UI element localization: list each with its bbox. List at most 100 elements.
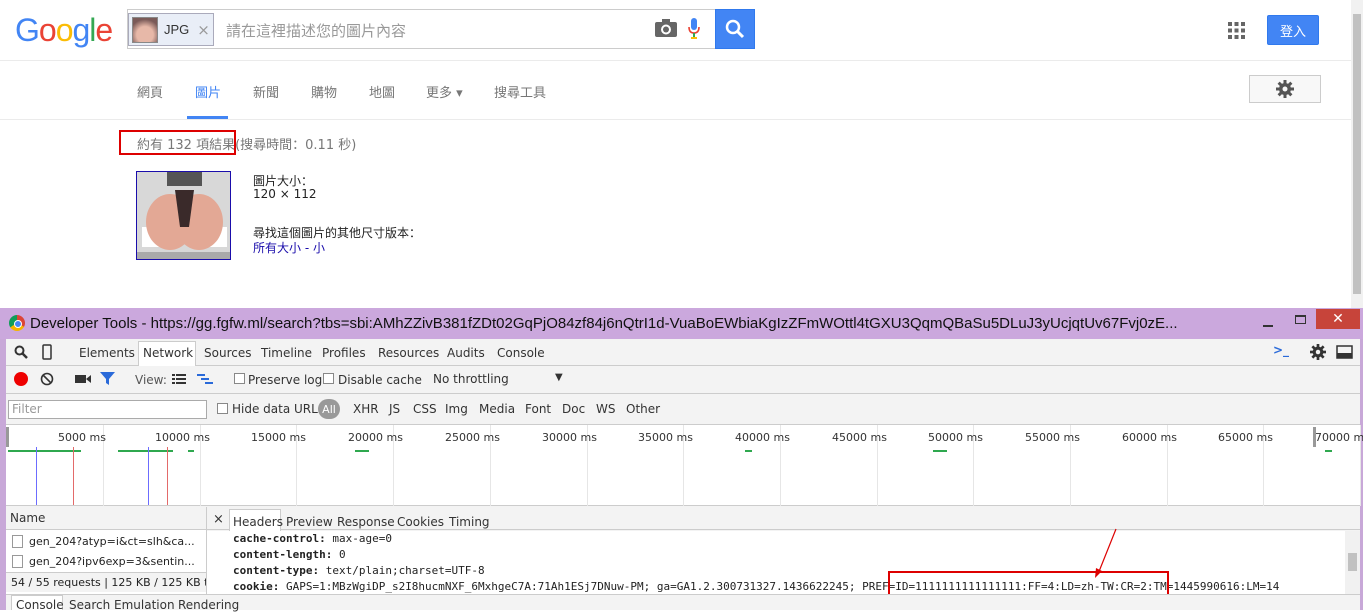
detail-scrollbar[interactable]: [1345, 531, 1360, 594]
hide-data-urls-checkbox[interactable]: [217, 403, 228, 414]
search-button[interactable]: [715, 9, 755, 49]
capture-screenshots-icon[interactable]: [75, 373, 91, 385]
search-input[interactable]: 請在這裡描述您的圖片內容: [226, 20, 406, 41]
results-time: (搜尋時間：0.11 秒): [235, 138, 357, 153]
devtools-title: Developer Tools - https://gg.fgfw.ml/sea…: [30, 315, 1178, 332]
search-box[interactable]: [127, 9, 717, 49]
camera-icon[interactable]: [655, 19, 677, 37]
best-guess-image[interactable]: [136, 171, 231, 260]
request-row[interactable]: gen_204?atyp=i&ct=slh&ca...: [8, 531, 204, 551]
request-name: gen_204?ipv6exp=3&sentin...: [29, 554, 195, 568]
tab-cookies[interactable]: Cookies: [397, 515, 444, 529]
tab-preview[interactable]: Preview: [286, 515, 333, 529]
request-row[interactable]: gen_204?ipv6exp=3&sentin...: [8, 551, 204, 571]
record-icon[interactable]: [14, 372, 28, 386]
tab-news[interactable]: 新聞: [253, 82, 279, 101]
settings-gear-icon[interactable]: [1310, 344, 1326, 360]
header-value: text/plain;charset=UTF-8: [319, 564, 485, 577]
overview-icon[interactable]: [197, 374, 213, 384]
filter-input[interactable]: Filter: [8, 400, 207, 419]
large-rows-icon[interactable]: [172, 374, 186, 384]
size-links[interactable]: 所有大小 - 小: [253, 239, 325, 256]
tab-search-tools[interactable]: 搜尋工具: [494, 82, 546, 101]
timeline-tick-label: 40000 ms: [735, 431, 790, 444]
login-button[interactable]: 登入: [1267, 15, 1319, 45]
devtools-titlebar[interactable]: Developer Tools - https://gg.fgfw.ml/sea…: [0, 308, 1363, 339]
timeline-tick-label: 15000 ms: [251, 431, 306, 444]
device-mode-icon[interactable]: [42, 344, 52, 360]
filter-img[interactable]: Img: [445, 402, 468, 416]
tab-elements[interactable]: Elements: [79, 346, 135, 360]
filter-icon[interactable]: [100, 372, 115, 386]
close-detail-icon[interactable]: ×: [213, 512, 224, 527]
timeline-tick-label: 60000 ms: [1122, 431, 1177, 444]
tab-maps[interactable]: 地圖: [369, 82, 395, 101]
activity-bar: [355, 450, 369, 452]
tab-shopping[interactable]: 購物: [311, 82, 337, 101]
console-drawer-icon[interactable]: >_: [1273, 343, 1289, 357]
tabs-divider: [0, 119, 1363, 120]
preserve-log-checkbox[interactable]: [234, 373, 245, 384]
filter-js[interactable]: JS: [389, 402, 400, 416]
tab-images[interactable]: 圖片: [195, 82, 221, 101]
tab-timing[interactable]: Timing: [449, 515, 490, 529]
tab-console[interactable]: Console: [497, 346, 545, 360]
disable-cache-checkbox[interactable]: [323, 373, 334, 384]
tab-audits[interactable]: Audits: [447, 346, 485, 360]
filter-css[interactable]: CSS: [413, 402, 437, 416]
chevron-down-icon[interactable]: ▼: [555, 372, 563, 383]
file-icon: [12, 554, 23, 568]
filter-other[interactable]: Other: [626, 402, 660, 416]
maximize-icon[interactable]: [1295, 315, 1306, 324]
header-key: cache-control:: [233, 532, 326, 545]
google-logo[interactable]: Google: [15, 12, 113, 49]
search-image-chip[interactable]: JPG ×: [128, 13, 214, 46]
dock-side-icon[interactable]: [1336, 345, 1353, 359]
tab-more[interactable]: 更多 ▾: [426, 82, 463, 101]
filter-xhr[interactable]: XHR: [353, 402, 379, 416]
page-scrollbar[interactable]: [1351, 0, 1363, 308]
highlight-box-results: [119, 130, 236, 155]
header-key: content-type:: [233, 564, 320, 577]
header-divider: [0, 60, 1363, 61]
filter-media[interactable]: Media: [479, 402, 515, 416]
tab-timeline[interactable]: Timeline: [261, 346, 312, 360]
tab-response[interactable]: Response: [337, 515, 395, 529]
overview-right-handle[interactable]: [1313, 427, 1316, 447]
image-size-value: 120 × 112: [253, 187, 317, 201]
filter-ws[interactable]: WS: [596, 402, 615, 416]
header-value: max-age=0: [325, 532, 392, 545]
minimize-icon[interactable]: [1263, 325, 1273, 327]
apps-grid-icon[interactable]: [1228, 22, 1245, 39]
filter-all-button[interactable]: All: [318, 399, 340, 419]
tab-resources[interactable]: Resources: [378, 346, 439, 360]
activity-bar: [1325, 450, 1332, 452]
close-window-button[interactable]: ✕: [1316, 309, 1360, 329]
microphone-icon[interactable]: [688, 18, 700, 40]
header-line: content-type: text/plain;charset=UTF-8: [233, 564, 485, 577]
timeline-tick-label: 35000 ms: [638, 431, 693, 444]
filter-font[interactable]: Font: [525, 402, 551, 416]
header-key: cookie:: [233, 580, 280, 593]
overview-left-handle[interactable]: [6, 427, 9, 447]
settings-button[interactable]: [1249, 75, 1321, 103]
inspect-search-icon[interactable]: [14, 345, 28, 359]
tab-headers[interactable]: Headers: [233, 515, 283, 529]
chrome-icon: [9, 315, 25, 331]
tab-profiles[interactable]: Profiles: [322, 346, 366, 360]
filter-doc[interactable]: Doc: [562, 402, 585, 416]
tab-sources[interactable]: Sources: [204, 346, 251, 360]
activity-bar: [745, 450, 752, 452]
chip-close-icon[interactable]: ×: [197, 21, 210, 39]
tab-network[interactable]: Network: [143, 346, 193, 360]
throttling-select[interactable]: No throttling: [433, 372, 509, 386]
clear-icon[interactable]: [40, 372, 54, 386]
header-line: cookie: GAPS=1:MBzWgiDP_s2I8hucmNXF_6Mxh…: [233, 580, 1338, 593]
activity-bar: [933, 450, 947, 452]
load-line: [167, 447, 168, 505]
timeline-tick-label: 20000 ms: [348, 431, 403, 444]
tab-web[interactable]: 網頁: [137, 82, 163, 101]
search-icon: [725, 19, 745, 39]
name-column-header[interactable]: Name: [6, 507, 206, 530]
hide-data-urls-label: Hide data URLs: [232, 402, 325, 416]
